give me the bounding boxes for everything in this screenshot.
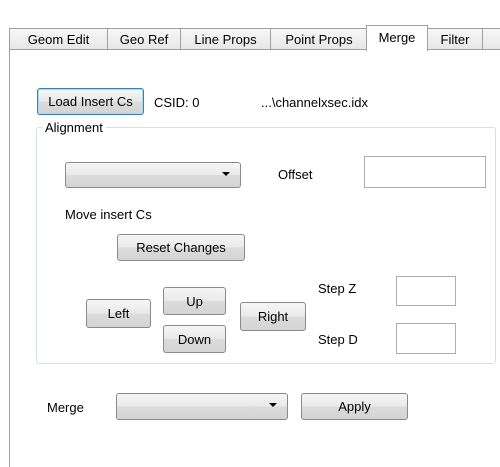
offset-label: Offset xyxy=(278,167,313,182)
step-d-label: Step D xyxy=(318,332,358,347)
tab-merge[interactable]: Merge xyxy=(366,25,428,51)
step-d-input[interactable] xyxy=(396,323,456,354)
move-left-button[interactable]: Left xyxy=(86,299,151,328)
load-insert-cs-button[interactable]: Load Insert Cs xyxy=(37,88,144,115)
merge-tab-panel: Load Insert Cs CSID: 0 ...\channelxsec.i… xyxy=(9,49,500,467)
chevron-down-icon xyxy=(269,403,277,407)
tab-geom-edit[interactable]: Geom Edit xyxy=(9,28,108,50)
move-up-button[interactable]: Up xyxy=(163,287,226,315)
tab-filter[interactable]: Filter xyxy=(427,28,483,50)
step-z-label: Step Z xyxy=(318,281,357,296)
move-down-button[interactable]: Down xyxy=(163,325,226,353)
alignment-combo[interactable] xyxy=(65,162,241,188)
merge-label: Merge xyxy=(47,400,84,415)
tab-geo-ref[interactable]: Geo Ref xyxy=(107,28,181,50)
merge-combo[interactable] xyxy=(116,393,288,420)
tab-strip: Geom Edit Geo Ref Line Props Point Props… xyxy=(9,25,500,51)
apply-button[interactable]: Apply xyxy=(301,393,408,420)
csid-label: CSID: 0 xyxy=(154,95,200,110)
alignment-group-title: Alignment xyxy=(42,120,106,135)
insert-file-path: ...\channelxsec.idx xyxy=(261,95,368,110)
step-z-input[interactable] xyxy=(396,276,456,306)
reset-changes-button[interactable]: Reset Changes xyxy=(117,234,245,261)
move-right-button[interactable]: Right xyxy=(240,302,306,331)
tab-overflow xyxy=(482,28,500,50)
move-insert-cs-label: Move insert Cs xyxy=(65,207,152,222)
tab-point-props[interactable]: Point Props xyxy=(270,28,368,50)
tab-line-props[interactable]: Line Props xyxy=(180,28,271,50)
offset-input[interactable] xyxy=(364,156,486,188)
chevron-down-icon xyxy=(222,172,230,176)
